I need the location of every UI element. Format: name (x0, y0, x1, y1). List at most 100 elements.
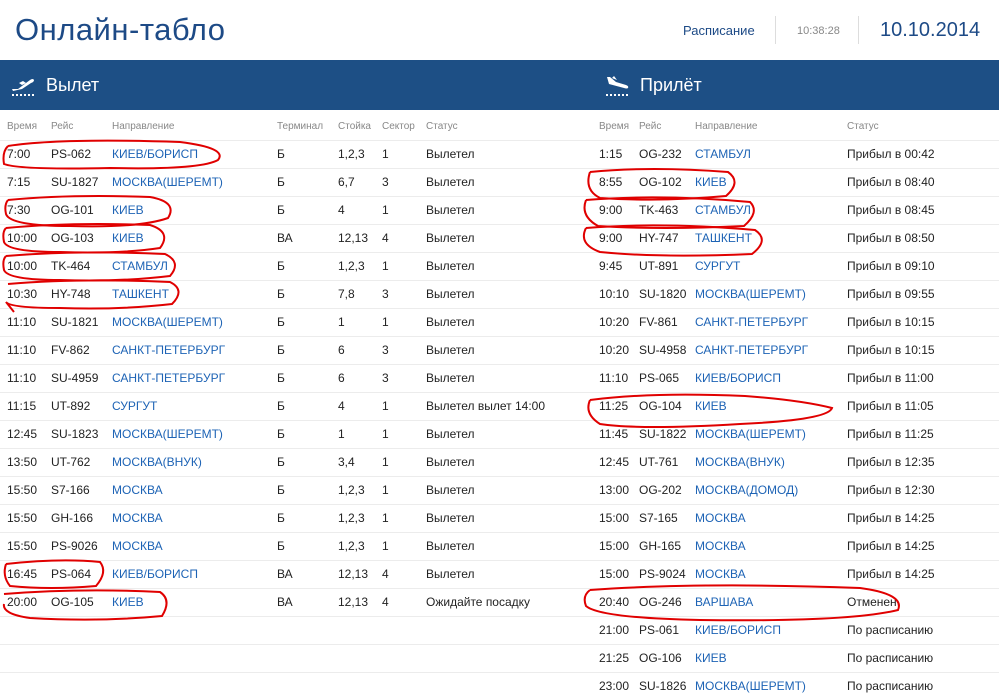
origin-link[interactable]: ТАШКЕНТ (695, 224, 752, 252)
origin-link[interactable]: КИЕВ/БОРИСП (695, 364, 781, 392)
arrival-row: 23:00 SU-1826 МОСКВА(ШЕРЕМТ) По расписанию (0, 672, 999, 700)
arrival-row: 9:00 TK-463 СТАМБУЛ Прибыл в 08:45 (0, 196, 999, 224)
arrival-row: 11:45 SU-1822 МОСКВА(ШЕРЕМТ) Прибыл в 11:25 (0, 420, 999, 448)
flight-number: OG-246 (639, 595, 682, 609)
origin-link[interactable]: МОСКВА(ШЕРЕМТ) (695, 672, 806, 700)
arrival-row: 1:15 OG-232 СТАМБУЛ Прибыл в 00:42 (0, 140, 999, 168)
flight-number: PS-9024 (639, 567, 686, 581)
flight-status: Прибыл в 10:15 (847, 343, 935, 357)
plane-takeoff-icon (12, 79, 34, 96)
arrival-time: 10:10 (599, 287, 630, 301)
arrival-row: 15:00 PS-9024 МОСКВА Прибыл в 14:25 (0, 560, 999, 588)
arrival-time: 15:00 (599, 567, 630, 581)
arrival-time: 13:00 (599, 483, 630, 497)
arrival-time: 10:20 (599, 343, 630, 357)
dep-col-desk: Стойка (338, 121, 371, 132)
arrival-row: 9:00 HY-747 ТАШКЕНТ Прибыл в 08:50 (0, 224, 999, 252)
arrival-time: 12:45 (599, 455, 630, 469)
flight-status: Прибыл в 12:35 (847, 455, 935, 469)
departures-title: Вылет (46, 74, 100, 95)
flight-number: SU-1826 (639, 679, 687, 693)
arrival-row: 15:00 S7-165 МОСКВА Прибыл в 14:25 (0, 504, 999, 532)
page-title: Онлайн-табло (15, 12, 226, 47)
arrivals-title: Прилёт (640, 74, 702, 95)
arrival-time: 15:00 (599, 511, 630, 525)
origin-link[interactable]: ВАРШАВА (695, 588, 753, 616)
divider (775, 16, 776, 44)
flight-number: PS-065 (639, 371, 680, 385)
flight-status: Прибыл в 12:30 (847, 483, 935, 497)
schedule-link[interactable]: Расписание (683, 23, 755, 38)
section-header-bar: Вылет Прилёт (0, 60, 999, 110)
origin-link[interactable]: МОСКВА(ШЕРЕМТ) (695, 280, 806, 308)
arrival-row: 10:20 FV-861 САНКТ-ПЕТЕРБУРГ Прибыл в 10:15 (0, 308, 999, 336)
origin-link[interactable]: СТАМБУЛ (695, 196, 751, 224)
flight-number: OG-102 (639, 175, 682, 189)
flight-number: HY-747 (639, 231, 679, 245)
arrival-row: 21:00 PS-061 КИЕВ/БОРИСП По расписанию (0, 616, 999, 644)
dep-col-destination: Направление (112, 121, 175, 132)
origin-link[interactable]: МОСКВА(ШЕРЕМТ) (695, 420, 806, 448)
clock: 10:38:28 (797, 25, 840, 37)
plane-landing-icon (606, 76, 629, 96)
arrival-row: 10:10 SU-1820 МОСКВА(ШЕРЕМТ) Прибыл в 09:55 (0, 280, 999, 308)
origin-link[interactable]: СУРГУТ (695, 252, 740, 280)
origin-link[interactable]: СТАМБУЛ (695, 140, 751, 168)
flight-number: OG-104 (639, 399, 682, 413)
arrival-row: 9:45 UT-891 СУРГУТ Прибыл в 09:10 (0, 252, 999, 280)
flight-status: По расписанию (847, 679, 934, 693)
flight-status: Прибыл в 08:40 (847, 175, 935, 189)
arrival-time: 21:25 (599, 651, 630, 665)
arrival-time: 15:00 (599, 539, 630, 553)
origin-link[interactable]: САНКТ-ПЕТЕРБУРГ (695, 336, 808, 364)
flight-number: GH-165 (639, 539, 682, 553)
dep-col-time: Время (7, 121, 38, 132)
arr-col-destination: Направление (695, 121, 758, 132)
flight-number: PS-061 (639, 623, 680, 637)
flight-status: Прибыл в 09:55 (847, 287, 935, 301)
flight-status: Прибыл в 09:10 (847, 259, 935, 273)
dep-col-sector: Сектор (382, 121, 415, 132)
arrival-time: 9:45 (599, 259, 623, 273)
arrival-row: 13:00 OG-202 МОСКВА(ДОМОД) Прибыл в 12:30 (0, 476, 999, 504)
origin-link[interactable]: САНКТ-ПЕТЕРБУРГ (695, 308, 808, 336)
flight-status: Отменен (847, 595, 897, 609)
arr-col-status: Статус (847, 121, 879, 132)
flight-status: Прибыл в 11:25 (847, 427, 934, 441)
flight-status: Прибыл в 10:15 (847, 315, 935, 329)
arrival-time: 1:15 (599, 147, 623, 161)
departures-header: Вылет (10, 60, 99, 110)
flight-number: TK-463 (639, 203, 679, 217)
arrival-time: 9:00 (599, 231, 623, 245)
arrival-row: 15:00 GH-165 МОСКВА Прибыл в 14:25 (0, 532, 999, 560)
arrival-time: 23:00 (599, 679, 630, 693)
origin-link[interactable]: МОСКВА(ДОМОД) (695, 476, 798, 504)
arrivals-header: Прилёт (604, 60, 702, 110)
origin-link[interactable]: КИЕВ (695, 168, 727, 196)
flight-number: SU-1822 (639, 427, 687, 441)
origin-link[interactable]: МОСКВА (695, 504, 746, 532)
origin-link[interactable]: КИЕВ/БОРИСП (695, 616, 781, 644)
arr-col-time: Время (599, 121, 630, 132)
origin-link[interactable]: КИЕВ (695, 392, 727, 420)
flight-number: OG-232 (639, 147, 682, 161)
arrival-time: 9:00 (599, 203, 623, 217)
current-date: 10.10.2014 (880, 19, 981, 41)
arrival-row: 12:45 UT-761 МОСКВА(ВНУК) Прибыл в 12:35 (0, 448, 999, 476)
arrival-row: 11:25 OG-104 КИЕВ Прибыл в 11:05 (0, 392, 999, 420)
arrival-row: 8:55 OG-102 КИЕВ Прибыл в 08:40 (0, 168, 999, 196)
dep-col-status: Статус (426, 121, 458, 132)
flight-number: OG-106 (639, 651, 682, 665)
arrival-time: 21:00 (599, 623, 630, 637)
origin-link[interactable]: МОСКВА(ВНУК) (695, 448, 785, 476)
flight-status: По расписанию (847, 623, 934, 637)
flight-status: Прибыл в 14:25 (847, 567, 935, 581)
dep-col-flight: Рейс (51, 121, 74, 132)
origin-link[interactable]: МОСКВА (695, 532, 746, 560)
origin-link[interactable]: КИЕВ (695, 644, 727, 672)
divider (858, 16, 859, 44)
arrival-row: 10:20 SU-4958 САНКТ-ПЕТЕРБУРГ Прибыл в 10:1… (0, 336, 999, 364)
origin-link[interactable]: МОСКВА (695, 560, 746, 588)
flight-status: Прибыл в 11:00 (847, 371, 934, 385)
arrival-row: 20:40 OG-246 ВАРШАВА Отменен (0, 588, 999, 616)
